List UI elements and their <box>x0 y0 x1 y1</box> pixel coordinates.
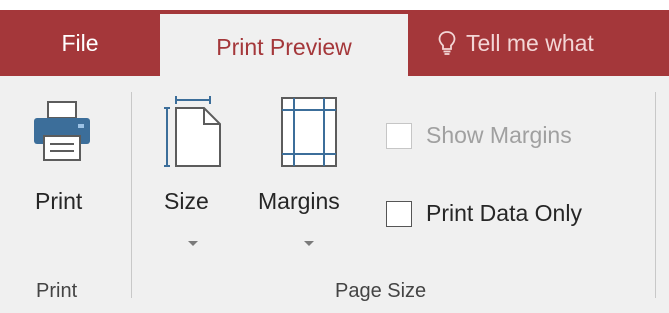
print-data-only-checkbox[interactable]: Print Data Only <box>386 200 582 227</box>
margins-button[interactable]: Margins <box>256 96 366 256</box>
print-button[interactable]: Print <box>22 96 112 236</box>
page-size-icon <box>164 96 221 167</box>
show-margins-label: Show Margins <box>426 122 572 148</box>
tell-me-search[interactable]: Tell me what <box>438 10 594 76</box>
group-separator <box>131 92 132 298</box>
print-button-label: Print <box>35 188 83 214</box>
tell-me-label: Tell me what <box>466 29 594 56</box>
chevron-down-icon <box>304 241 314 246</box>
group-separator <box>655 92 656 298</box>
print-data-only-label: Print Data Only <box>426 200 582 226</box>
tab-print-preview-label: Print Preview <box>216 33 352 60</box>
show-margins-box[interactable] <box>386 122 412 149</box>
tab-print-preview[interactable]: Print Preview <box>160 14 408 80</box>
title-strip <box>0 0 669 10</box>
show-margins-checkbox[interactable]: Show Margins <box>386 122 572 149</box>
lightbulb-icon <box>438 31 456 55</box>
print-group-label: Print <box>36 280 78 302</box>
tab-file[interactable]: File <box>0 10 160 76</box>
margins-icon <box>281 97 337 167</box>
print-data-only-box[interactable] <box>386 200 412 227</box>
tab-file-label: File <box>61 29 99 56</box>
page-size-group-label: Page Size <box>335 280 427 302</box>
chevron-down-icon <box>188 241 198 246</box>
printer-icon <box>34 101 90 161</box>
size-button-label: Size <box>164 188 209 214</box>
access-ribbon: File Print Preview Tell me what Print Pr… <box>0 0 669 313</box>
margins-button-label: Margins <box>258 188 340 214</box>
size-button[interactable]: Size <box>158 96 238 256</box>
